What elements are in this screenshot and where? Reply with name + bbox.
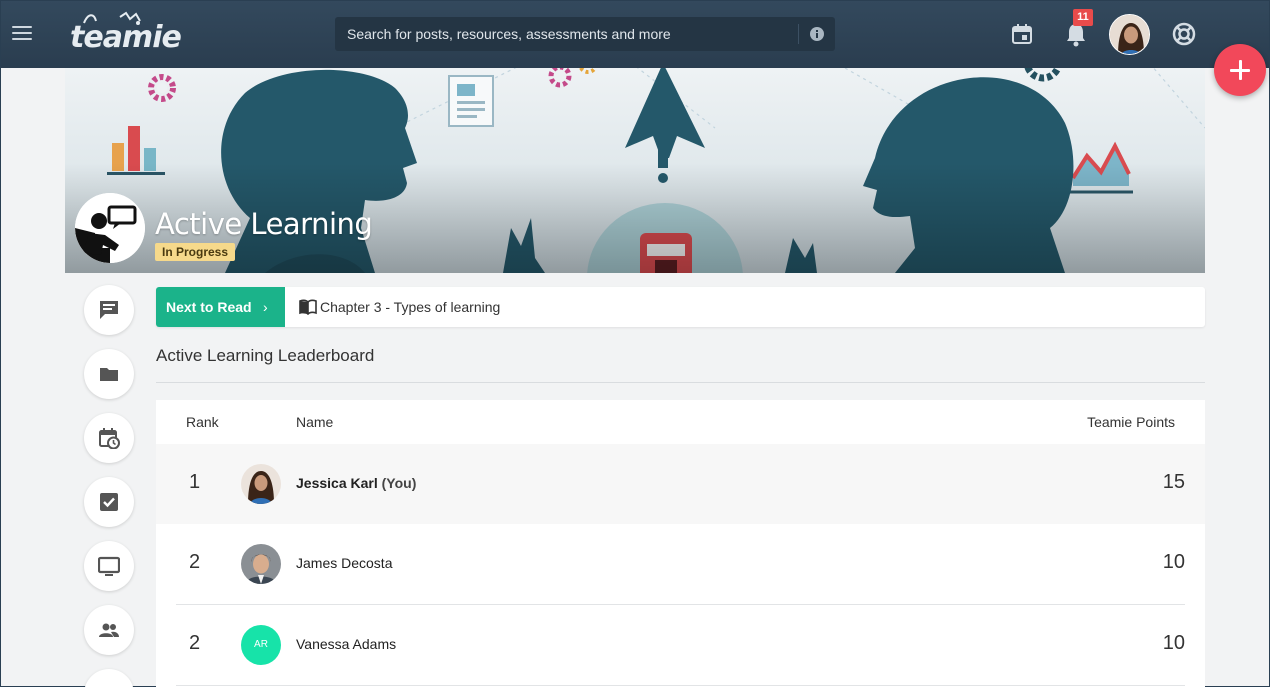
avatar-image xyxy=(241,544,281,584)
info-icon[interactable] xyxy=(809,26,825,42)
avatar-image xyxy=(241,464,281,504)
folder-icon xyxy=(100,368,118,381)
row-rank: 2 xyxy=(189,551,201,573)
row-points: 10 xyxy=(1162,632,1185,654)
avatar[interactable] xyxy=(241,544,281,584)
chat-icon xyxy=(100,301,118,319)
next-to-read-bar: Next to Read › Chapter 3 - Types of lear… xyxy=(156,287,1205,327)
course-logo-image xyxy=(75,193,145,263)
table-row[interactable]: 2 AR Vanessa Adams 10 xyxy=(156,605,1205,685)
notification-count-badge: 11 xyxy=(1073,9,1093,26)
logo-doodle-icon xyxy=(83,11,141,25)
col-points-header: Teamie Points xyxy=(1087,414,1175,430)
rail-assessments-button[interactable] xyxy=(84,477,134,527)
col-name-header: Name xyxy=(296,414,334,430)
row-name[interactable]: Vanessa Adams xyxy=(296,636,396,652)
course-banner: Active Learning In Progress xyxy=(65,68,1205,273)
user-avatar[interactable] xyxy=(1109,14,1150,55)
people-icon xyxy=(99,623,119,637)
row-points: 10 xyxy=(1162,551,1185,573)
next-chapter-link[interactable]: Chapter 3 - Types of learning xyxy=(320,287,500,327)
checkbox-icon xyxy=(100,493,118,511)
book-icon xyxy=(299,299,317,315)
next-to-read-label: Next to Read xyxy=(166,299,252,315)
monitor-icon xyxy=(98,556,120,576)
course-title: Active Learning xyxy=(155,207,373,241)
avatar[interactable]: AR xyxy=(241,625,281,665)
rail-members-button[interactable] xyxy=(84,605,134,655)
row-divider xyxy=(176,685,1185,686)
hamburger-icon[interactable] xyxy=(12,26,32,42)
row-points: 15 xyxy=(1162,471,1185,493)
rail-resources-button[interactable] xyxy=(84,349,134,399)
search-divider xyxy=(798,24,799,44)
search-input[interactable] xyxy=(335,17,797,51)
leaderboard-table: Rank Name Teamie Points 1 Jessica Karl (… xyxy=(156,400,1205,687)
rail-more-button[interactable] xyxy=(84,669,134,687)
status-badge: In Progress xyxy=(155,243,236,261)
row-name-text[interactable]: Jessica Karl xyxy=(296,475,378,491)
global-search xyxy=(335,17,835,51)
row-name: Jessica Karl (You) xyxy=(296,475,416,491)
you-tag: (You) xyxy=(381,475,417,491)
user-avatar-image xyxy=(1110,15,1149,54)
rail-posts-button[interactable] xyxy=(84,285,134,335)
row-rank: 2 xyxy=(189,632,201,654)
top-navbar: teamie 11 xyxy=(1,1,1269,68)
rail-schedule-button[interactable] xyxy=(84,413,134,463)
table-row[interactable]: 2 James Decosta 10 xyxy=(156,524,1205,604)
row-name[interactable]: James Decosta xyxy=(296,555,392,571)
table-row[interactable]: 1 Jessica Karl (You) 15 xyxy=(156,444,1205,524)
title-divider xyxy=(156,382,1205,383)
rail-classroom-button[interactable] xyxy=(84,541,134,591)
chevron-right-icon: › xyxy=(263,299,268,315)
next-to-read-button[interactable]: Next to Read › xyxy=(156,287,285,327)
calendar-clock-icon xyxy=(99,428,120,449)
course-logo[interactable] xyxy=(75,193,145,263)
row-rank: 1 xyxy=(189,471,201,493)
lifebuoy-icon[interactable] xyxy=(1172,22,1196,46)
leaderboard-header: Rank Name Teamie Points xyxy=(156,400,1205,444)
teamie-logo[interactable]: teamie xyxy=(70,11,182,55)
avatar-initials: AR xyxy=(241,625,281,665)
col-rank-header: Rank xyxy=(186,414,219,430)
plus-icon[interactable] xyxy=(1214,44,1266,96)
leaderboard-title: Active Learning Leaderboard xyxy=(156,346,375,365)
avatar[interactable] xyxy=(241,464,281,504)
calendar-icon[interactable] xyxy=(1011,23,1033,45)
